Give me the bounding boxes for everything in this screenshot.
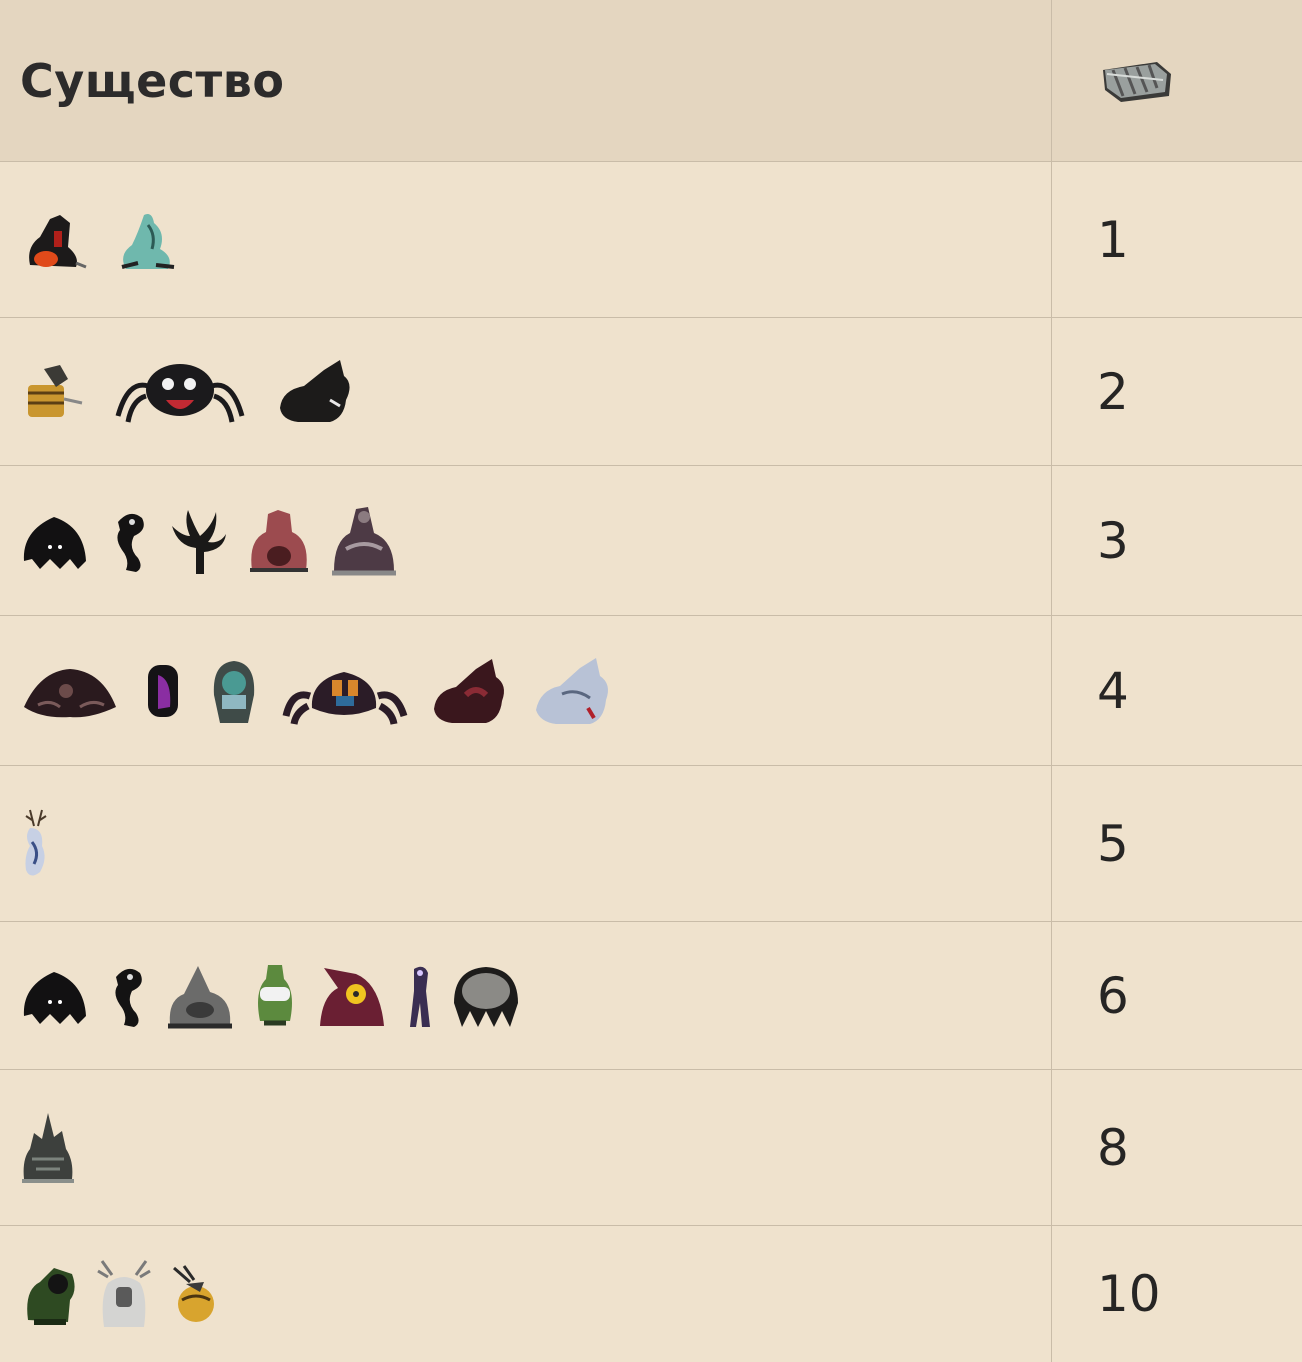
creature-cell [0,162,1052,317]
value: 6 [1097,966,1129,1025]
purple-slurper-icon [148,664,178,717]
shadow-hand-icon [115,968,142,1027]
shadow-hand-icon [117,513,144,572]
table-row: 3 [0,466,1302,616]
crab-king-icon [282,671,408,725]
value-cell: 3 [1053,466,1302,615]
table-header-row: Существо [0,0,1302,162]
witch-mole-icon [320,967,384,1026]
table-row: 4 [0,616,1302,766]
tentacle-helm-icon [213,660,255,723]
pig-house-icon [250,509,308,572]
table-row: 2 [0,318,1302,466]
value: 8 [1097,1118,1129,1177]
beequeen-icon [173,1265,214,1322]
ice-hound-icon [536,657,608,724]
value: 3 [1097,511,1129,570]
shadow-crawler-icon [23,971,86,1024]
value: 2 [1097,362,1129,421]
creature-cell [0,616,1052,765]
resource-column-header [1053,0,1302,161]
tree-shadow-icon [172,509,226,574]
shadow-crawler-icon [23,516,86,569]
creature-cell [0,1226,1052,1362]
cave-spider-icon [454,966,518,1027]
value-cell: 4 [1053,616,1302,765]
bandage-roll-icon [1103,61,1171,102]
table-row: 1 [0,162,1302,318]
value-cell: 5 [1053,766,1302,921]
value: 4 [1097,661,1129,720]
clockwork-knight-icon [27,1268,75,1325]
value: 10 [1097,1265,1161,1323]
slurtle-icon [258,964,292,1025]
table-row: 10 [0,1226,1302,1362]
spiky-rock-icon [22,1112,74,1183]
nightmare-icon [410,966,430,1027]
deer-icon [25,809,47,876]
creature-cell [0,318,1052,465]
value-cell: 8 [1053,1070,1302,1225]
value-cell: 10 [1053,1226,1302,1362]
value-cell: 6 [1053,922,1302,1069]
creature-cell [0,766,1052,921]
creature-cell [0,922,1052,1069]
ghost-icon [121,213,175,269]
value: 5 [1097,814,1129,873]
table-row: 6 [0,922,1302,1070]
creature-cell [0,466,1052,615]
hound-icon [280,359,350,422]
value-cell: 2 [1053,318,1302,465]
spider-queen-icon [115,363,245,422]
merm-house-icon [332,506,396,575]
value: 1 [1097,210,1129,269]
bee-keeper-icon [28,364,83,417]
creature-header-label: Существо [20,53,285,108]
table-row: 5 [0,766,1302,922]
creature-cell [0,1070,1052,1225]
table-row: 8 [0,1070,1302,1226]
creature-table: Существо 1 2 3 4 5 6 8 10 [0,0,1302,1362]
mound-icon [24,668,116,717]
value-cell: 1 [1053,162,1302,317]
varg-icon [434,658,504,723]
rock-lobster-icon [168,965,232,1028]
creature-column-header: Существо [0,0,1052,161]
antlion-icon [97,1260,151,1327]
red-hound-icon [29,214,87,268]
